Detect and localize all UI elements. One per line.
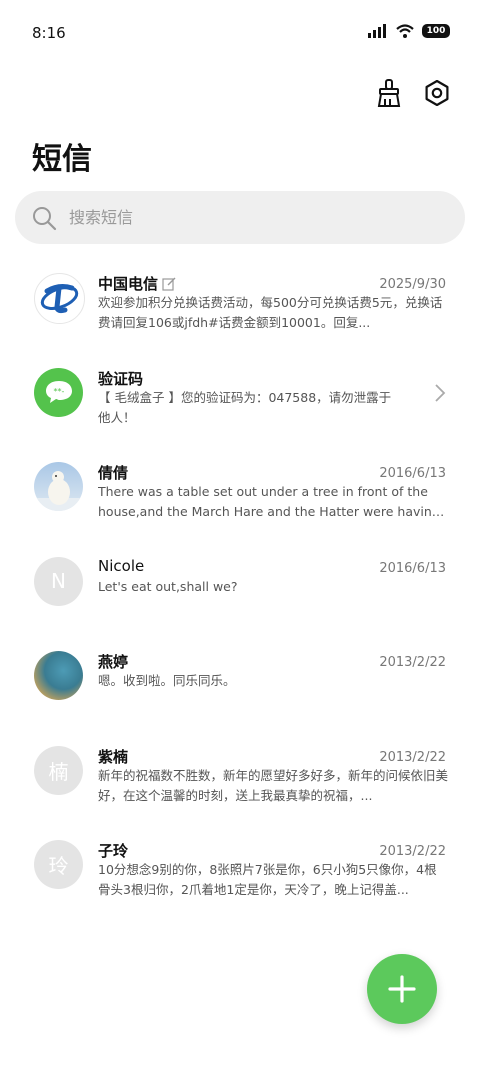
list-item[interactable]: N Nicole 2016/6/13 Let's eat out,shall w… [0, 542, 480, 637]
search-input[interactable] [67, 207, 421, 228]
list-item[interactable]: 中国电信 2025/9/30 欢迎参加积分兑换话费活动，每500分可兑换话费5元… [0, 258, 480, 353]
clean-button[interactable] [374, 78, 404, 108]
contact-photo-avatar [34, 462, 83, 511]
edit-icon [162, 277, 176, 291]
message-date: 2013/2/22 [379, 844, 446, 859]
status-icons: 100 [368, 24, 450, 38]
chevron-right-icon[interactable] [434, 383, 446, 403]
signal-icon [368, 24, 386, 38]
list-item[interactable]: 燕婷 2013/2/22 嗯。收到啦。同乐同乐。 [0, 636, 480, 731]
contact-name: 倩倩 [98, 464, 129, 482]
contact-name: 子玲 [98, 842, 129, 860]
message-date: 2013/2/22 [379, 655, 446, 670]
message-preview: There was a table set out under a tree i… [98, 484, 440, 519]
contact-name: 中国电信 [98, 273, 176, 294]
message-date: 2016/6/13 [379, 466, 446, 481]
message-preview: 10分想念9别的你，8张照片7张是你，6只小狗5只像你，4根骨头3根归你，2爪着… [98, 862, 437, 897]
contact-name: 验证码 [98, 369, 144, 388]
contact-name: 紫楠 [98, 747, 129, 766]
contact-name-text: 中国电信 [98, 275, 159, 293]
brush-icon [377, 79, 401, 107]
message-preview: 【 毛绒盒子 】您的验证码为：047588，请勿泄露于他人！ [98, 389, 392, 425]
page-title: 短信 [32, 142, 92, 177]
contact-initial-avatar: N [34, 556, 83, 606]
svg-text:**-: **- [53, 387, 64, 396]
contact-name: Nicole [98, 556, 145, 575]
message-preview: Let's eat out,shall we? [98, 578, 238, 594]
status-bar: 8:16 100 [0, 0, 480, 60]
chat-bubble-icon: **- [45, 381, 72, 403]
search-icon [33, 206, 57, 230]
plus-icon [388, 975, 416, 1003]
settings-button[interactable] [422, 78, 452, 108]
message-date: 2016/6/13 [379, 560, 446, 576]
contact-name: 燕婷 [98, 653, 129, 671]
contact-initial-avatar: 楠 [34, 745, 83, 795]
message-preview: 新年的祝福数不胜数，新年的愿望好多好多，新年的问候依旧美好，在这个温馨的时刻，送… [98, 767, 448, 803]
list-item[interactable]: 玲 子玲 2013/2/22 10分想念9别的你，8张照片7张是你，6只小狗5只… [0, 825, 480, 920]
top-actions [374, 78, 452, 108]
list-item[interactable]: 倩倩 2016/6/13 There was a table set out u… [0, 447, 480, 542]
wifi-icon [396, 24, 414, 38]
message-date: 2013/2/22 [379, 749, 446, 765]
new-message-button[interactable] [367, 954, 437, 1024]
message-preview: 嗯。收到啦。同乐同乐。 [98, 673, 236, 688]
status-time: 8:16 [32, 24, 66, 42]
contact-initial-avatar: 玲 [34, 840, 83, 889]
list-item[interactable]: 楠 紫楠 2013/2/22 新年的祝福数不胜数，新年的愿望好多好多，新年的问候… [0, 731, 480, 826]
message-list: 中国电信 2025/9/30 欢迎参加积分兑换话费活动，每500分可兑换话费5元… [0, 258, 480, 920]
search-bar[interactable] [15, 191, 465, 244]
battery-icon: 100 [422, 24, 450, 38]
contact-photo-avatar [34, 651, 83, 700]
polar-bear-photo [34, 471, 83, 511]
sms-code-avatar: **- [34, 367, 83, 417]
message-preview: 欢迎参加积分兑换话费活动，每500分可兑换话费5元，兑换话费请回复106或jfd… [98, 295, 443, 330]
telecom-logo-avatar [34, 273, 85, 324]
battery-level: 100 [426, 26, 446, 36]
gear-icon [425, 80, 449, 106]
message-date: 2025/9/30 [379, 277, 446, 292]
list-item[interactable]: **- 验证码 【 毛绒盒子 】您的验证码为：047588，请勿泄露于他人！ [0, 353, 480, 448]
